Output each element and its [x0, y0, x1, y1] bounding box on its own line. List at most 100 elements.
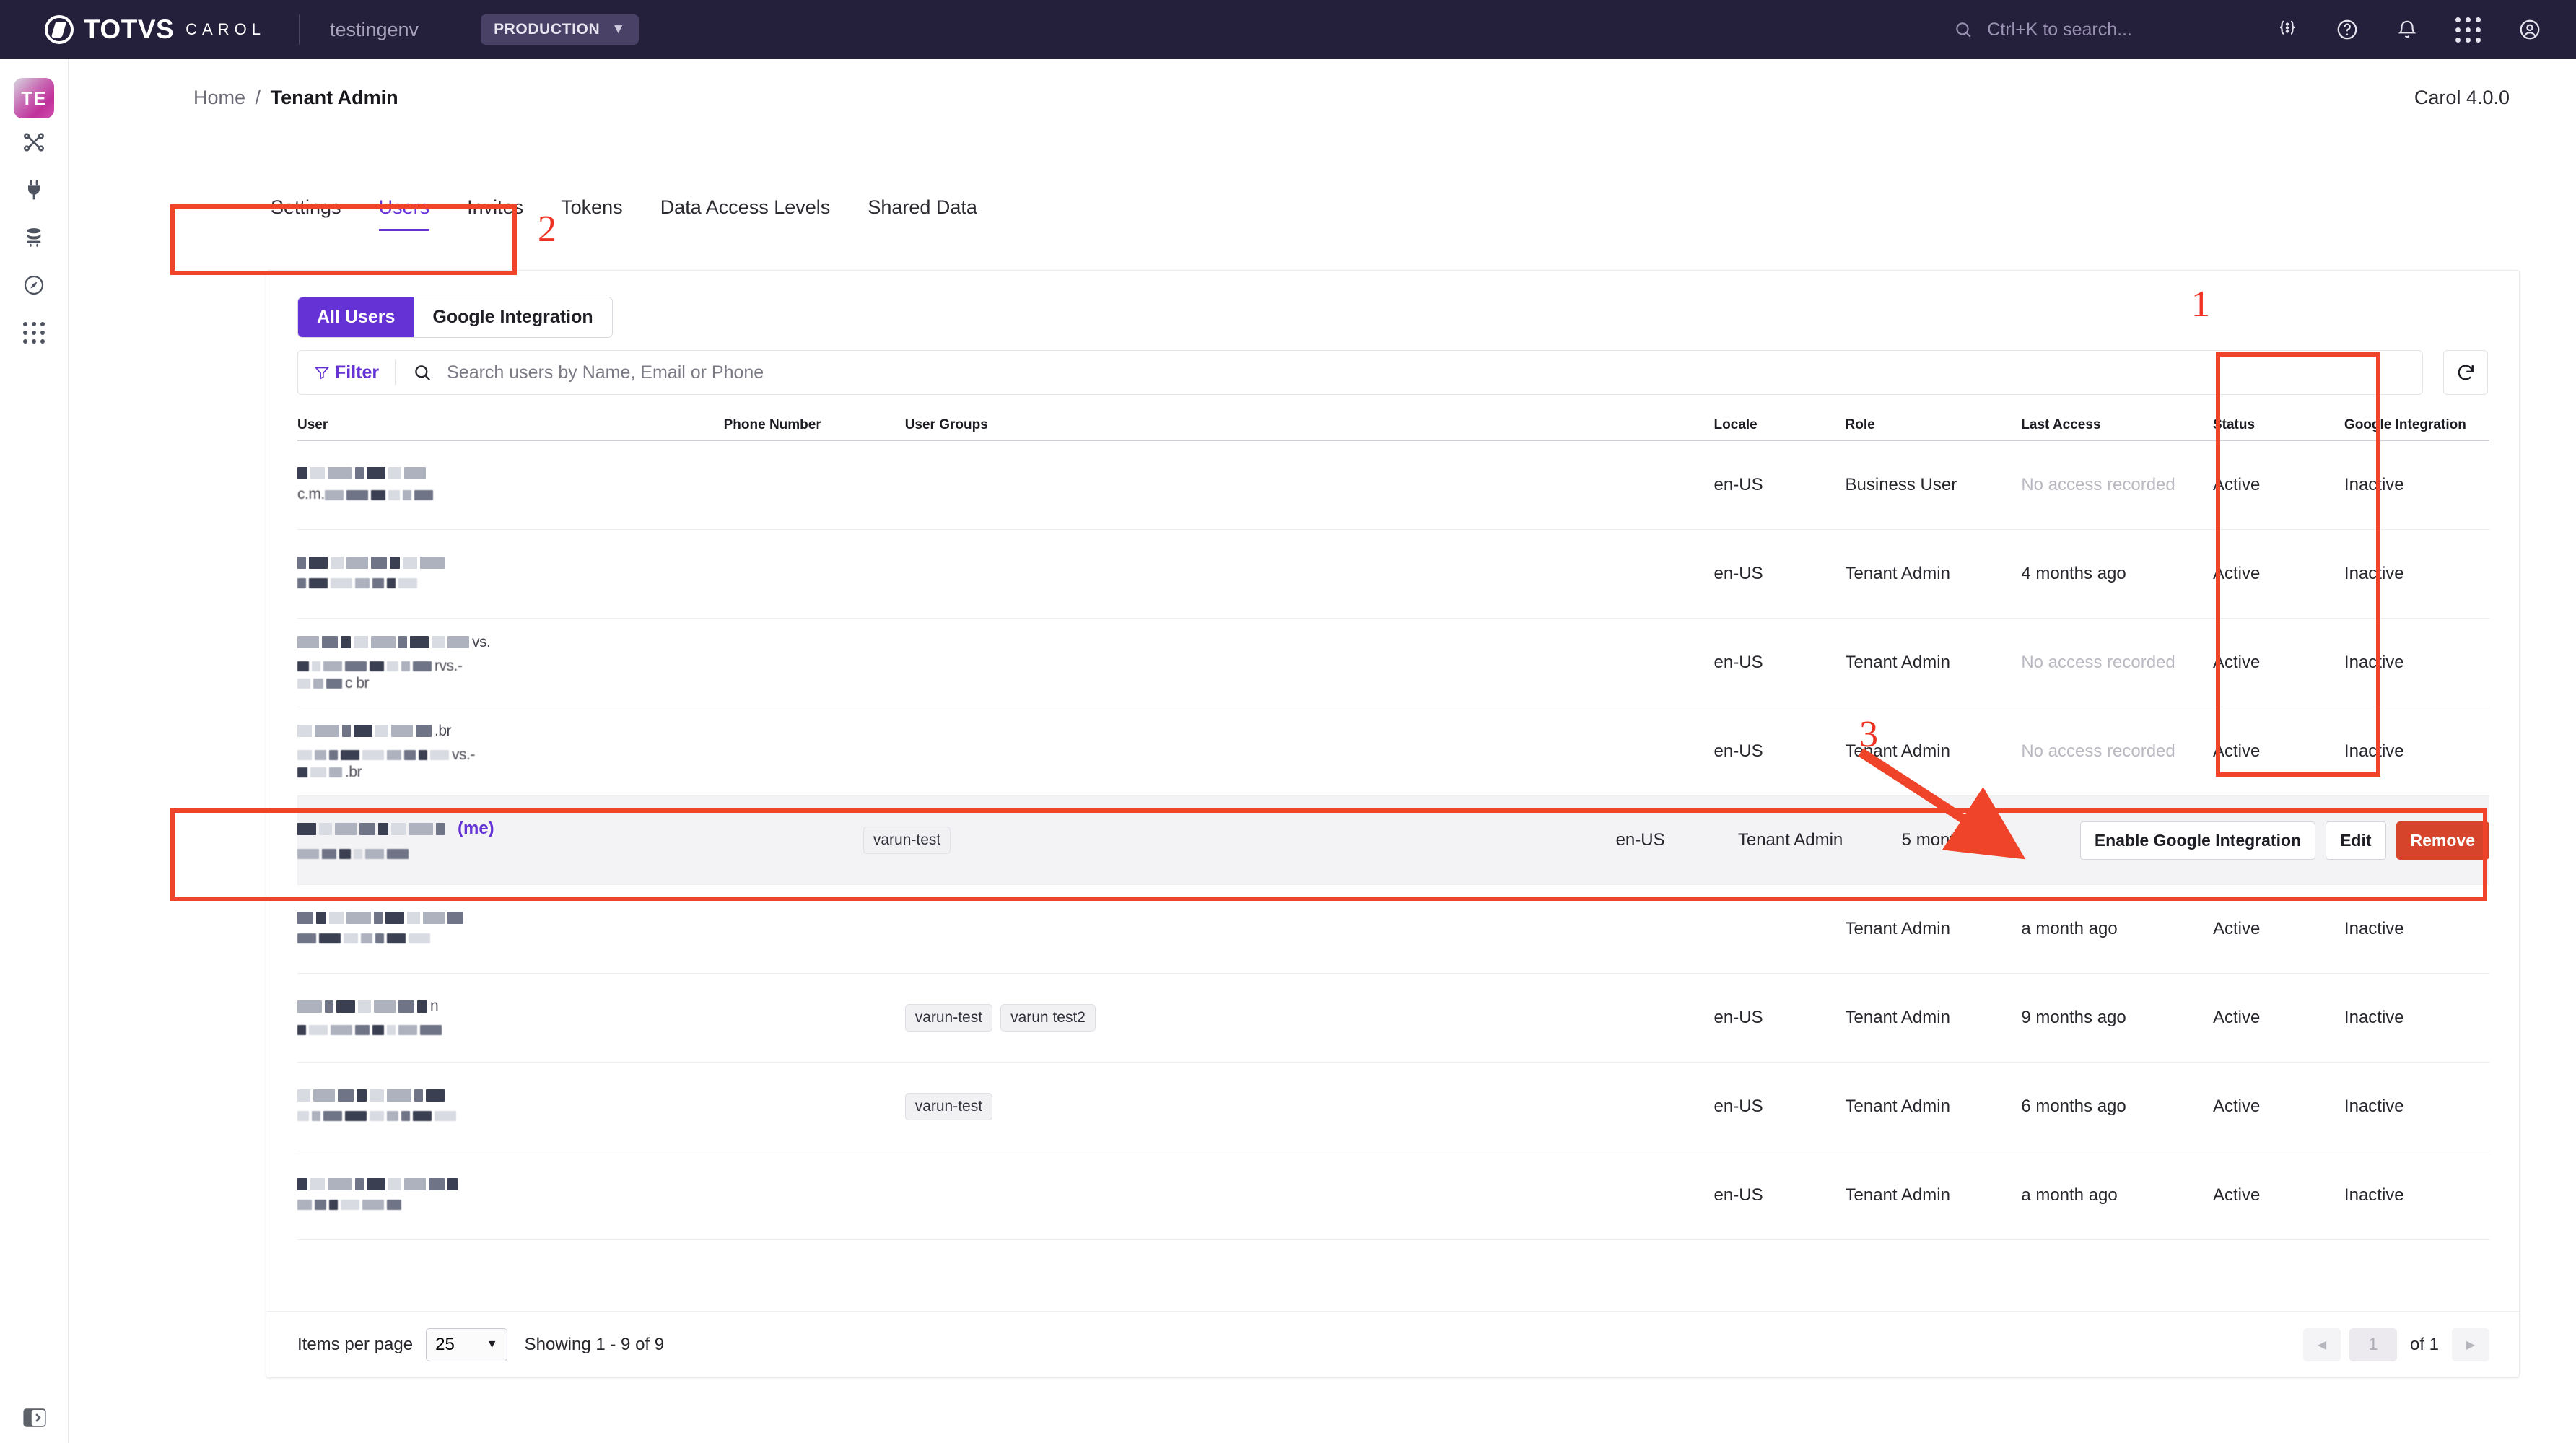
cell-locale: en-US	[1713, 475, 1763, 494]
tab-settings[interactable]: Settings	[271, 196, 341, 231]
cell-google-integration: Inactive	[2344, 475, 2404, 494]
table-row[interactable]: varun-test en-US Tenant Admin 6 months ago A…	[297, 1063, 2489, 1151]
user-email	[297, 1108, 715, 1125]
tab-data-access-levels[interactable]: Data Access Levels	[660, 196, 831, 231]
cell-user: vs. rvs.- c br	[297, 634, 724, 692]
code-braces-icon[interactable]	[2276, 19, 2298, 40]
environment-badge-label: PRODUCTION	[494, 21, 601, 38]
brand-logo[interactable]: TOTVS CAROL	[45, 14, 266, 45]
environment-selector[interactable]: PRODUCTION ▼	[481, 14, 639, 45]
table-row[interactable]: en-US Tenant Admin a month ago Active Inacti…	[297, 1151, 2489, 1240]
page-container: Home / Tenant Admin Carol 4.0.0 Settings…	[69, 59, 2576, 1443]
column-header-locale: Locale	[1713, 417, 1758, 432]
tab-users[interactable]: Users	[378, 196, 430, 231]
previous-page-button[interactable]: ◀	[2302, 1328, 2341, 1361]
compass-icon[interactable]	[0, 261, 69, 309]
table-row[interactable]: .br vs.- .br en-US Tenant Admin No access rec…	[297, 707, 2489, 796]
next-page-button[interactable]: ▶	[2452, 1328, 2489, 1361]
tab-invites[interactable]: Invites	[467, 196, 523, 231]
cell-role: Tenant Admin	[1737, 830, 1843, 850]
account-circle-icon[interactable]	[2518, 18, 2541, 41]
refresh-button[interactable]	[2443, 350, 2488, 395]
table-row[interactable]: (me) varun-test en-US Tenant Admin 5 months …	[297, 796, 2489, 885]
tab-tokens[interactable]: Tokens	[561, 196, 623, 231]
chevron-down-icon: ▼	[486, 1338, 498, 1351]
cell-status: Active	[2212, 653, 2261, 672]
column-header-google-integration: Google Integration	[2344, 417, 2466, 432]
showing-range-label: Showing 1 - 9 of 9	[524, 1334, 665, 1354]
edit-button[interactable]: Edit	[2326, 821, 2386, 860]
cell-status: Active	[2212, 1097, 2261, 1116]
help-circle-icon[interactable]	[2336, 18, 2359, 41]
annotation-number-2: 2	[538, 209, 556, 250]
topbar-right-group: Ctrl+K to search...	[1954, 17, 2541, 43]
cell-role: Tenant Admin	[1845, 1008, 1950, 1027]
cell-google-integration: Inactive	[2344, 653, 2404, 672]
cell-status: Active	[2212, 919, 2261, 938]
tenant-avatar[interactable]: TE	[14, 78, 54, 118]
search-icon	[413, 363, 432, 383]
cell-last-access: 6 months ago	[2021, 1097, 2126, 1116]
left-rail: TE	[0, 59, 69, 1443]
user-name	[297, 1089, 715, 1102]
table-row[interactable]: n varun-test varun test2 en-US Tenant Admin 9…	[297, 974, 2489, 1063]
database-icon[interactable]	[0, 214, 69, 261]
cell-locale: en-US	[1713, 1008, 1763, 1027]
user-email	[297, 575, 715, 592]
table-row[interactable]: en-US Tenant Admin 4 months ago Active Inact…	[297, 530, 2489, 619]
global-search-placeholder: Ctrl+K to search...	[1987, 19, 2132, 40]
cell-user: n	[297, 998, 724, 1038]
cell-user-groups: varun-test	[904, 1093, 1714, 1120]
cell-locale: en-US	[1713, 1185, 1763, 1205]
filter-button[interactable]: Filter	[298, 362, 395, 383]
cell-user: c.m.	[297, 467, 724, 503]
expand-panel-button[interactable]	[0, 1407, 69, 1429]
breadcrumb-home[interactable]: Home	[193, 87, 245, 108]
cell-google-integration: Inactive	[2344, 564, 2404, 583]
table-row[interactable]: c.m. en-US Business User No access recorded…	[297, 441, 2489, 530]
annotation-number-1: 1	[2191, 284, 2210, 325]
bell-icon[interactable]	[2396, 19, 2418, 40]
table-row[interactable]: vs. rvs.- c br en-US Tenant Admin No access r…	[297, 619, 2489, 707]
plug-icon[interactable]	[0, 166, 69, 214]
refresh-icon	[2458, 365, 2474, 380]
cell-last-access: 9 months ago	[2021, 1008, 2126, 1027]
user-group-chip: varun-test	[904, 1093, 993, 1120]
user-name: (me)	[297, 819, 686, 839]
user-name: n	[297, 998, 715, 1015]
column-header-phone-number: Phone Number	[723, 417, 821, 432]
cell-google-integration: Inactive	[2344, 741, 2404, 761]
user-name: .br	[297, 723, 715, 740]
cell-last-access: No access recorded	[2021, 741, 2175, 761]
top-bar: TOTVS CAROL testingenv PRODUCTION ▼ Ctrl…	[0, 0, 2576, 59]
user-email	[297, 930, 715, 947]
segment-all-users[interactable]: All Users	[298, 297, 414, 337]
remove-button[interactable]: Remove	[2396, 821, 2489, 860]
apps-grid-icon[interactable]	[2455, 17, 2481, 43]
cell-role: Tenant Admin	[1845, 564, 1950, 583]
search-input[interactable]: Search users by Name, Email or Phone	[447, 362, 764, 383]
user-group-chip: varun-test	[863, 827, 951, 854]
column-header-role: Role	[1845, 417, 1875, 432]
table-footer: Items per page 25 ▼ Showing 1 - 9 of 9 ◀…	[266, 1311, 2520, 1377]
cell-status: Active	[2212, 564, 2261, 583]
apps-grid-icon[interactable]	[0, 309, 69, 357]
cell-google-integration: Inactive	[2344, 1185, 2404, 1205]
tab-shared-data[interactable]: Shared Data	[868, 196, 977, 231]
user-email	[297, 1197, 715, 1213]
users-panel: All Users Google Integration Filter Sear…	[266, 270, 2520, 1378]
filter-funnel-icon	[314, 367, 330, 380]
app-version-label: Carol 4.0.0	[2414, 87, 2510, 108]
table-row[interactable]: Tenant Admin a month ago Active Inactive	[297, 885, 2489, 974]
items-per-page-value: 25	[435, 1334, 455, 1354]
current-page-input[interactable]: 1	[2349, 1328, 2397, 1361]
enable-google-integration-button[interactable]: Enable Google Integration	[2079, 821, 2316, 860]
expand-panel-icon	[22, 1408, 46, 1427]
segment-google-integration[interactable]: Google Integration	[414, 297, 612, 337]
global-search-button[interactable]: Ctrl+K to search...	[1954, 19, 2132, 40]
cell-status: Active	[2212, 741, 2261, 761]
cell-last-access: 4 months ago	[2021, 564, 2126, 583]
brand-totvs-label: TOTVS	[84, 14, 175, 44]
pipeline-icon[interactable]	[0, 118, 69, 166]
items-per-page-select[interactable]: 25 ▼	[426, 1328, 507, 1361]
